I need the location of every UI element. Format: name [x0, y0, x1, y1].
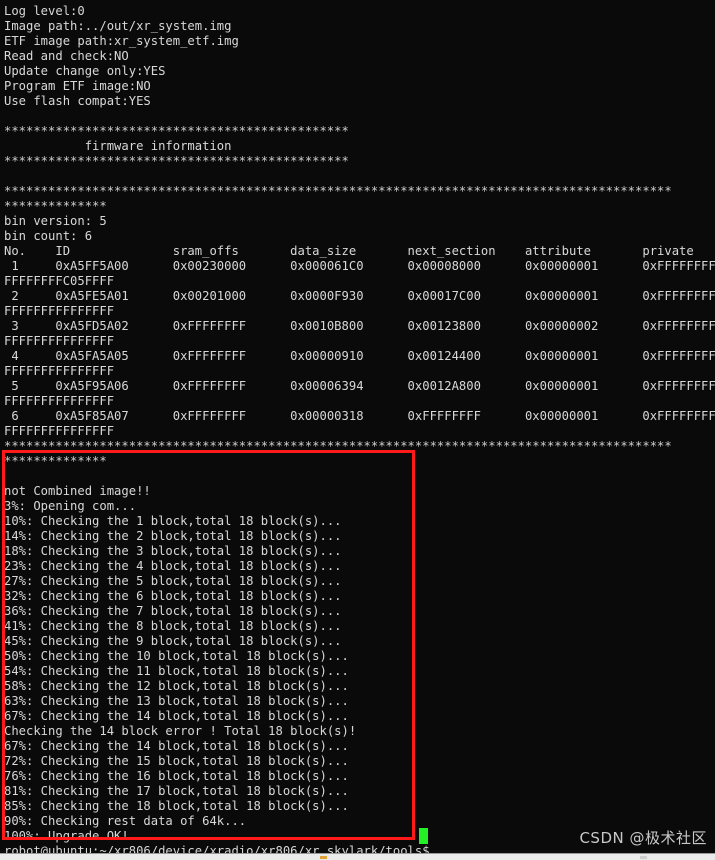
terminal-line: 54%: Checking the 11 block,total 18 bloc… [4, 664, 349, 678]
terminal-line: ****************************************… [4, 439, 672, 453]
terminal-line: 2 0xA5FE5A01 0x00201000 0x0000F930 0x000… [4, 289, 715, 303]
terminal-line: 6 0xA5F85A07 0xFFFFFFFF 0x00000318 0xFFF… [4, 409, 715, 423]
terminal-line: ************** [4, 454, 107, 468]
terminal-line: 67%: Checking the 14 block,total 18 bloc… [4, 739, 349, 753]
terminal-line: FFFFFFFFFFFFFFF [4, 334, 115, 348]
terminal-line: 36%: Checking the 7 block,total 18 block… [4, 604, 342, 618]
terminal-line: 4 0xA5FA5A05 0xFFFFFFFF 0x00000910 0x001… [4, 349, 715, 363]
terminal-line: FFFFFFFFC05FFFF [4, 274, 115, 288]
terminal-line: bin count: 6 [4, 229, 93, 243]
terminal-line: ****************************************… [4, 184, 672, 198]
terminal-line: 45%: Checking the 9 block,total 18 block… [4, 634, 342, 648]
terminal-line: 90%: Checking rest data of 64k... [4, 814, 247, 828]
bottom-strip-tick [320, 856, 327, 859]
terminal-line: bin version: 5 [4, 214, 107, 228]
terminal-cursor [419, 828, 428, 844]
terminal-line: 50%: Checking the 10 block,total 18 bloc… [4, 649, 349, 663]
bottom-strip-tick [640, 856, 647, 859]
terminal-line: 14%: Checking the 2 block,total 18 block… [4, 529, 342, 543]
terminal-line: ****************************************… [4, 154, 349, 168]
terminal-line: 1 0xA5FF5A00 0x00230000 0x000061C0 0x000… [4, 259, 715, 273]
terminal-line: 3 0xA5FD5A02 0xFFFFFFFF 0x0010B800 0x001… [4, 319, 715, 333]
terminal-window[interactable]: Log level:0 Image path:../out/xr_system.i… [0, 0, 715, 858]
terminal-output: Log level:0 Image path:../out/xr_system.i… [4, 4, 715, 859]
terminal-line: 67%: Checking the 14 block,total 18 bloc… [4, 709, 349, 723]
terminal-line: 58%: Checking the 12 block,total 18 bloc… [4, 679, 349, 693]
watermark-text: CSDN @极术社区 [579, 829, 707, 847]
terminal-line: FFFFFFFFFFFFFFF [4, 394, 115, 408]
terminal-line: 10%: Checking the 1 block,total 18 block… [4, 514, 342, 528]
terminal-line: Image path:../out/xr_system.img [4, 19, 232, 33]
terminal-line: ****************************************… [4, 124, 349, 138]
terminal-line: Log level:0 [4, 4, 85, 18]
terminal-line: Program ETF image:NO [4, 79, 151, 93]
terminal-line: 72%: Checking the 15 block,total 18 bloc… [4, 754, 349, 768]
terminal-line: No. ID sram_offs data_size next_section … [4, 244, 694, 258]
terminal-line: 85%: Checking the 18 block,total 18 bloc… [4, 799, 349, 813]
terminal-line: Use flash compat:YES [4, 94, 151, 108]
terminal-line: FFFFFFFFFFFFFFF [4, 364, 115, 378]
terminal-line: 32%: Checking the 6 block,total 18 block… [4, 589, 342, 603]
terminal-line: ETF image path:xr_system_etf.img [4, 34, 239, 48]
terminal-line: Checking the 14 block error ! Total 18 b… [4, 724, 357, 738]
screenshot-root: Log level:0 Image path:../out/xr_system.i… [0, 0, 715, 860]
terminal-line: Read and check:NO [4, 49, 129, 63]
terminal-line: 5 0xA5F95A06 0xFFFFFFFF 0x00006394 0x001… [4, 379, 715, 393]
terminal-line: FFFFFFFFFFFFFFF [4, 424, 115, 438]
terminal-line: 41%: Checking the 8 block,total 18 block… [4, 619, 342, 633]
terminal-line: not Combined image!! [4, 484, 151, 498]
terminal-line: Update change only:YES [4, 64, 166, 78]
terminal-line: ************** [4, 199, 107, 213]
terminal-line: 3%: Opening com... [4, 499, 137, 513]
terminal-line: 23%: Checking the 4 block,total 18 block… [4, 559, 342, 573]
terminal-line: FFFFFFFFFFFFFFF [4, 304, 115, 318]
terminal-line: 81%: Checking the 17 block,total 18 bloc… [4, 784, 349, 798]
terminal-line: firmware information [4, 139, 232, 153]
terminal-line: 63%: Checking the 13 block,total 18 bloc… [4, 694, 349, 708]
terminal-line: 76%: Checking the 16 block,total 18 bloc… [4, 769, 349, 783]
terminal-line: 18%: Checking the 3 block,total 18 block… [4, 544, 342, 558]
terminal-line: 27%: Checking the 5 block,total 18 block… [4, 574, 342, 588]
bottom-strip [0, 853, 715, 860]
